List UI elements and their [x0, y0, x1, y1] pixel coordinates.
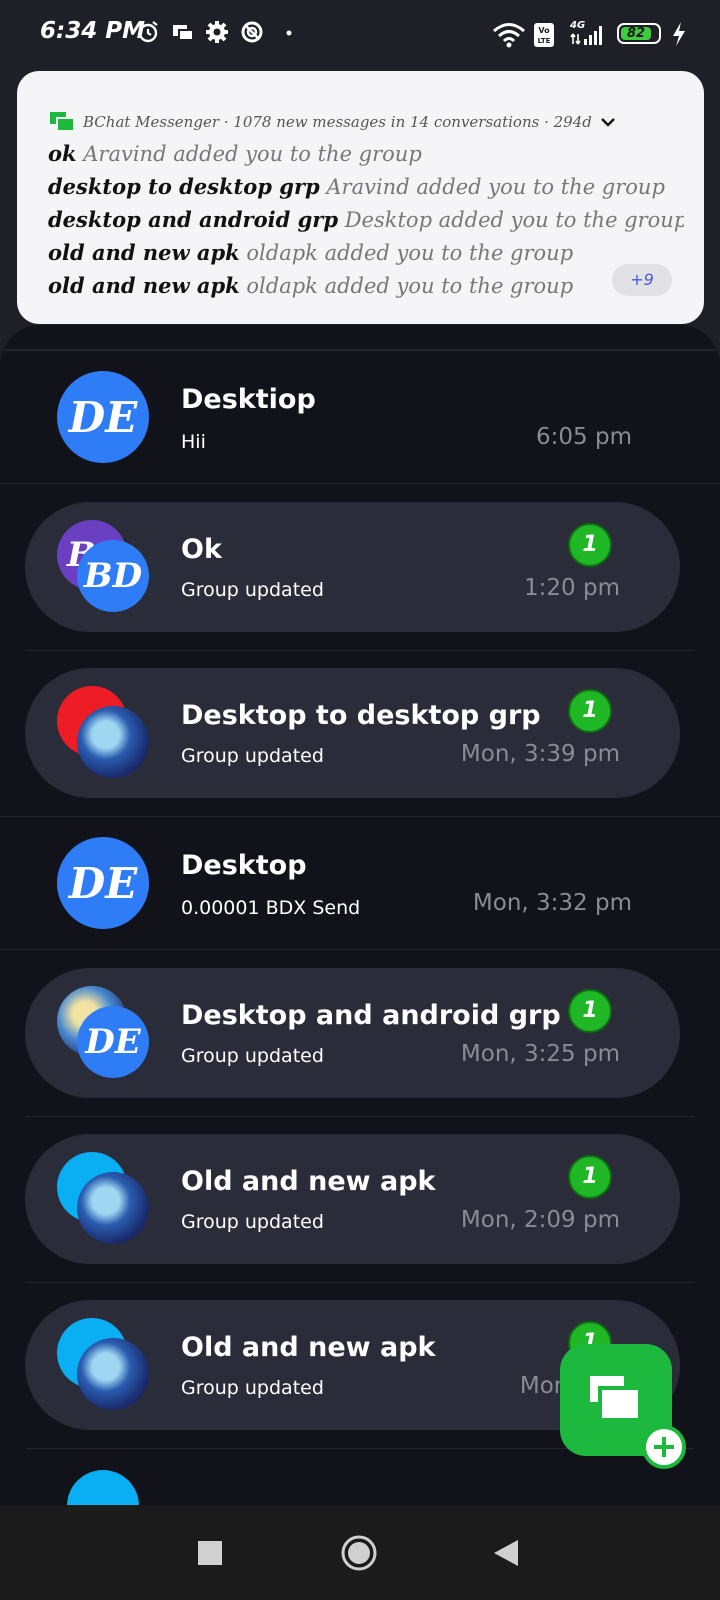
conversation-list[interactable]: DE Desktiop Hii 6:05 pm B BD Ok Group up…: [0, 325, 720, 1505]
charging-icon: [673, 22, 685, 46]
notification-line: desktop to desktop grp Aravind added you…: [48, 174, 665, 199]
conversation-time: Mon, 3:32 pm: [472, 890, 632, 916]
conversation-time: 6:05 pm: [536, 424, 632, 450]
avatar: [67, 1470, 139, 1505]
conversation-title: Desktop to desktop grp: [181, 700, 541, 731]
notification-header: BChat Messenger · 1078 new messages in 1…: [49, 111, 616, 133]
status-time: 6:34 PM: [40, 18, 145, 44]
notification-lines: ok Aravind added you to the group deskto…: [48, 137, 684, 302]
conversation-preview: Group updated: [181, 745, 324, 767]
plus-icon[interactable]: [642, 1425, 686, 1469]
avatar: DE: [77, 1006, 149, 1078]
conversation-title: Ok: [181, 534, 222, 565]
conversation-row[interactable]: DE Desktop and android grp Group updated…: [25, 968, 680, 1098]
alarm-icon: [138, 21, 158, 43]
conversation-title: Old and new apk: [181, 1166, 436, 1197]
group-image-avatar: [77, 706, 149, 778]
conversation-title: Desktop and android grp: [181, 1000, 561, 1031]
settings-icon: [206, 21, 228, 43]
row-divider: [25, 1282, 695, 1283]
group-image-avatar: [77, 1338, 149, 1410]
row-divider: [25, 650, 695, 651]
conversation-row[interactable]: Old and new apk Group updated 1 Mon, 2:0…: [25, 1134, 680, 1264]
unread-badge: 1: [568, 1155, 612, 1199]
battery-icon: 82: [617, 23, 661, 44]
conversation-title: Desktiop: [181, 384, 316, 415]
signal-icon: [570, 26, 602, 45]
notification-line: old and new apk oldapk added you to the …: [48, 273, 574, 298]
row-divider: [25, 1116, 695, 1117]
notification-line: desktop and android grp Desktop added yo…: [48, 207, 684, 232]
home-icon[interactable]: [341, 1535, 377, 1571]
battery-level: 82: [621, 27, 651, 40]
back-icon[interactable]: [494, 1540, 518, 1566]
chevron-down-icon[interactable]: [600, 116, 616, 128]
cast-icon: [173, 25, 194, 41]
conversation-preview: Group updated: [181, 579, 324, 601]
more-count-pill[interactable]: +9: [612, 264, 672, 296]
avatar: BD: [77, 540, 149, 612]
notification-header-text: BChat Messenger · 1078 new messages in 1…: [83, 113, 592, 131]
svg-text:Vo: Vo: [538, 26, 550, 35]
bchat-app-icon: [50, 112, 75, 132]
conversation-preview: Group updated: [181, 1377, 324, 1399]
conversation-preview: 0.00001 BDX Send: [181, 897, 361, 919]
status-bar: 6:34 PM Vo LTE 4G 82: [0, 0, 720, 68]
notification-line: ok Aravind added you to the group: [48, 141, 422, 166]
group-image-avatar: [77, 1172, 149, 1244]
navigation-bar: [0, 1505, 720, 1600]
conversation-preview: Group updated: [181, 1045, 324, 1067]
conversation-preview: Hii: [181, 431, 206, 453]
unread-badge: 1: [568, 523, 612, 567]
notification-line: old and new apk oldapk added you to the …: [48, 240, 574, 265]
dot-icon: [286, 30, 292, 36]
conversation-time: Mon, 2:09 pm: [460, 1207, 620, 1233]
conversation-row[interactable]: DE Desktop 0.00001 BDX Send Mon, 3:32 pm: [0, 816, 720, 950]
wifi-icon: [493, 23, 525, 48]
recents-icon[interactable]: [198, 1541, 222, 1565]
svg-text:LTE: LTE: [538, 37, 551, 45]
avatar: DE: [57, 371, 149, 463]
notification-card[interactable]: BChat Messenger · 1078 new messages in 1…: [17, 71, 704, 324]
volte-icon: Vo LTE: [534, 23, 554, 47]
conversation-preview: Group updated: [181, 1211, 324, 1233]
chat-icon: [590, 1376, 642, 1422]
conversation-time: 1:20 pm: [524, 575, 620, 601]
unread-badge: 1: [568, 989, 612, 1033]
conversation-row[interactable]: B BD Ok Group updated 1 1:20 pm: [25, 502, 680, 632]
conversation-row[interactable]: Desktop to desktop grp Group updated 1 M…: [25, 668, 680, 798]
conversation-row[interactable]: DE Desktiop Hii 6:05 pm: [0, 350, 720, 484]
conversation-title: Old and new apk: [181, 1332, 436, 1363]
conversation-time: Mon, 3:25 pm: [460, 1041, 620, 1067]
data-saver-icon: [241, 21, 263, 43]
unread-badge: 1: [568, 689, 612, 733]
avatar: DE: [57, 837, 149, 929]
conversation-title: Desktop: [181, 850, 307, 881]
conversation-time: Mon, 3:39 pm: [460, 741, 620, 767]
